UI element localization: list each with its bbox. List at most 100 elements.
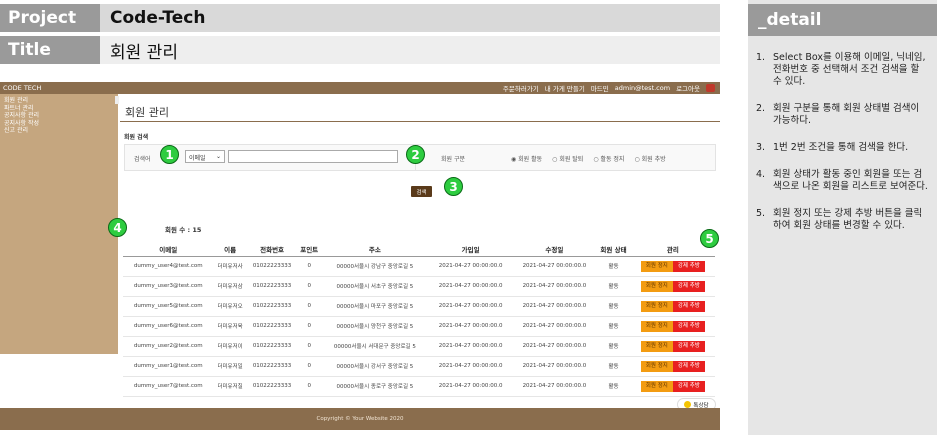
suspend-member-button[interactable]: 회원 정지 (640, 260, 673, 272)
table-cell: 0 (297, 256, 321, 277)
sidebar-item[interactable]: 공지사항 관리 (4, 112, 114, 120)
title-value: 회원 관리 (110, 42, 178, 63)
table-body: dummy_user4@test.com 더미유저사 01022223333 0 000… (123, 256, 715, 397)
detail-item-number: 2. (756, 103, 766, 114)
suspend-member-button[interactable]: 회원 정지 (640, 360, 673, 372)
table-header-cell: 이름 (213, 243, 247, 257)
callout-3: 3 (444, 177, 463, 196)
table-row: dummy_user2@test.com 더미유저이 01022223333 0 000… (123, 336, 715, 357)
top-link[interactable]: admin@test.com (615, 84, 670, 92)
top-link[interactable]: 로그아웃 (676, 83, 700, 93)
action-cell: 회원 정지 강제 추방 (630, 296, 715, 317)
table-cell: 01022223333 (246, 256, 298, 277)
ban-member-button[interactable]: 강제 추방 (672, 320, 705, 332)
table-cell: 더미유저이 (213, 336, 247, 357)
callout-5: 5 (700, 229, 719, 248)
top-link[interactable]: 마드민 (591, 83, 609, 93)
table-cell: 0 (297, 336, 321, 357)
table-cell: 2021-04-27 00:00:00.0 (512, 336, 597, 357)
table-cell: 더미유저오 (213, 296, 247, 317)
radio-option[interactable]: ○ 회원 추방 (634, 154, 665, 163)
sidebar-scrollbar[interactable] (115, 96, 119, 104)
detail-item-number: 5. (756, 208, 766, 219)
table-header-cell: 전화번호 (246, 243, 298, 257)
radio-label: 활동 정지 (600, 156, 625, 163)
sidebar-item[interactable]: 파트너 관리 (4, 105, 114, 113)
detail-item-text: 회원 구분을 통해 회원 상태별 검색이 가능하다. (773, 103, 920, 126)
suspend-member-button[interactable]: 회원 정지 (640, 320, 673, 332)
member-table: 이메일 이름 전화번호 포인트 주소 가입일 수정일 회원 상태 관리 dummy_user4@… (123, 243, 715, 397)
table-cell: 00000서울시 마포구 중앙로길 5 (321, 296, 429, 317)
table-cell: 2021-04-27 00:00:00.0 (428, 356, 513, 377)
radio-option[interactable]: ○ 회원 탈퇴 (552, 154, 583, 163)
detail-item: 1. Select Box를 이용해 이메일, 닉네임, 전화번호 중 선택해서 … (756, 52, 929, 88)
table-cell: dummy_user4@test.com (123, 256, 214, 277)
table-cell: 2021-04-27 00:00:00.0 (512, 296, 597, 317)
search-input[interactable] (228, 150, 398, 163)
table-cell: dummy_user6@test.com (123, 316, 214, 337)
ban-member-button[interactable]: 강제 추방 (672, 280, 705, 292)
table-cell: 0 (297, 356, 321, 377)
radio-option[interactable]: ○ 활동 정지 (593, 154, 624, 163)
search-section-title: 회원 검색 (124, 134, 149, 141)
sidebar-item[interactable]: 공지사항 작성 (4, 120, 114, 128)
detail-item: 3. 1번 2번 조건을 통해 검색을 한다. (756, 142, 929, 154)
suspend-member-button[interactable]: 회원 정지 (640, 300, 673, 312)
radio-option[interactable]: ◉ 회원 활동 (511, 154, 542, 163)
search-button[interactable]: 검색 (411, 186, 432, 197)
title-divider (120, 121, 720, 122)
action-cell: 회원 정지 강제 추방 (630, 256, 715, 277)
ban-member-button[interactable]: 강제 추방 (672, 360, 705, 372)
ban-member-button[interactable]: 강제 추방 (672, 300, 705, 312)
app-screenshot: CODE TECH 주문하러가기 내 가게 만들기 마드민 admin@test.co… (0, 82, 720, 430)
detail-item: 2. 회원 구분을 통해 회원 상태별 검색이 가능하다. (756, 103, 929, 127)
radio-label: 회원 탈퇴 (559, 156, 584, 163)
table-cell: 01022223333 (246, 336, 298, 357)
table-cell: 활동 (596, 336, 631, 357)
table-cell: 01022223333 (246, 376, 298, 397)
search-label: 검색어 (134, 156, 151, 163)
sidebar-item[interactable]: 회원 관리 (4, 97, 114, 105)
project-row: Project Code-Tech (0, 4, 720, 32)
ban-member-button[interactable]: 강제 추방 (672, 260, 705, 272)
table-cell: dummy_user1@test.com (123, 356, 214, 377)
table-cell: 활동 (596, 316, 631, 337)
top-link[interactable]: 주문하러가기 (503, 83, 539, 93)
table-cell: 더미유저사 (213, 256, 247, 277)
ban-member-button[interactable]: 강제 추방 (672, 340, 705, 352)
table-cell: 더미유저칠 (213, 376, 247, 397)
table-cell: 2021-04-27 00:00:00.0 (428, 256, 513, 277)
ban-member-button[interactable]: 강제 추방 (672, 380, 705, 392)
top-link[interactable]: 내 가게 만들기 (545, 83, 585, 93)
user-icon[interactable] (706, 84, 715, 92)
table-row: dummy_user1@test.com 더미유저일 01022223333 0 000… (123, 356, 715, 377)
table-cell: 2021-04-27 00:00:00.0 (512, 276, 597, 297)
app-brand[interactable]: CODE TECH (0, 84, 41, 92)
table-row: dummy_user3@test.com 더미유저삼 01022223333 0 000… (123, 276, 715, 297)
table-row: dummy_user7@test.com 더미유저칠 01022223333 0 000… (123, 376, 715, 397)
table-cell: 0 (297, 296, 321, 317)
detail-item-text: 회원 상태가 활동 중인 회원을 또는 검색으로 나온 회원을 리스트로 보여준… (773, 169, 928, 192)
table-cell: 2021-04-27 00:00:00.0 (428, 316, 513, 337)
sidebar-item[interactable]: 신고 관리 (4, 127, 114, 135)
table-cell: 활동 (596, 276, 631, 297)
radio-label: 회원 활동 (518, 156, 543, 163)
table-cell: 0 (297, 376, 321, 397)
search-type-select[interactable]: 이메일 ⌄ (185, 150, 225, 163)
table-cell: 활동 (596, 356, 631, 377)
table-row: dummy_user4@test.com 더미유저사 01022223333 0 000… (123, 256, 715, 277)
table-row: dummy_user6@test.com 더미유저육 01022223333 0 000… (123, 316, 715, 337)
suspend-member-button[interactable]: 회원 정지 (640, 340, 673, 352)
detail-item-number: 3. (756, 142, 766, 153)
table-row: dummy_user5@test.com 더미유저오 01022223333 0 000… (123, 296, 715, 317)
suspend-member-button[interactable]: 회원 정지 (640, 380, 673, 392)
detail-heading: _detail (748, 4, 937, 36)
table-cell: 01022223333 (246, 316, 298, 337)
suspend-member-button[interactable]: 회원 정지 (640, 280, 673, 292)
chat-icon (684, 401, 692, 408)
action-cell: 회원 정지 강제 추방 (630, 276, 715, 297)
chevron-down-icon: ⌄ (215, 153, 221, 160)
table-header-cell: 주소 (321, 243, 429, 257)
page-title: 회원 관리 (125, 106, 169, 119)
table-header-cell: 회원 상태 (596, 243, 631, 257)
